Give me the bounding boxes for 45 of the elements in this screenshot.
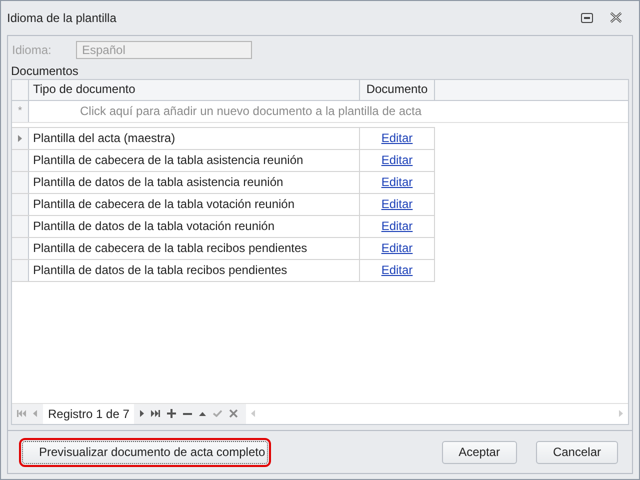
edit-link[interactable]: Editar (381, 130, 413, 145)
add-icon[interactable] (167, 409, 176, 418)
remove-icon[interactable] (183, 412, 192, 415)
cancel-icon[interactable] (229, 409, 238, 418)
horizontal-scrollbar[interactable] (246, 404, 628, 424)
last-record-icon[interactable] (151, 410, 160, 418)
table-cell: Plantilla de datos de la tabla asistencia reunión (29, 172, 360, 193)
record-counter: Registro 1 de 7 (43, 404, 134, 424)
edit-link[interactable]: Editar (381, 262, 413, 277)
up-icon[interactable] (199, 412, 206, 416)
next-record-icon[interactable] (140, 410, 144, 418)
column-header[interactable]: Tipo de documento (29, 80, 360, 100)
preview-button[interactable]: Previsualizar documento de acta completo (22, 440, 268, 464)
edit-link[interactable]: Editar (381, 218, 413, 233)
close-icon[interactable] (610, 12, 622, 24)
column-header[interactable]: Documento (360, 80, 435, 100)
first-record-icon[interactable] (17, 410, 26, 418)
table-cell: Plantilla de datos de la tabla recibos pendientes (29, 260, 360, 281)
current-row-icon (18, 134, 22, 142)
row-indicator[interactable] (12, 260, 29, 281)
table-cell: Plantilla de cabecera de la tabla recibos pendientes (29, 238, 360, 259)
row-indicator[interactable] (12, 194, 29, 215)
dialog-button[interactable]: Cancelar (536, 440, 618, 464)
section-label: Documentos (11, 64, 78, 78)
restore-icon[interactable] (581, 12, 593, 23)
table-cell: Plantilla de cabecera de la tabla asistencia reunión (29, 150, 360, 171)
row-indicator[interactable] (12, 172, 29, 193)
scroll-right-icon[interactable] (619, 410, 623, 418)
row-indicator[interactable] (12, 216, 29, 237)
row-indicator[interactable] (12, 238, 29, 259)
previous-record-icon[interactable] (33, 410, 37, 418)
window-title: Idioma de la plantilla (7, 10, 116, 25)
edit-link[interactable]: Editar (381, 240, 413, 255)
new-row-marker: * (18, 105, 22, 118)
row-indicator[interactable] (12, 128, 29, 149)
check-icon[interactable] (213, 410, 222, 418)
row-indicator[interactable] (12, 150, 29, 171)
edit-link[interactable]: Editar (381, 152, 413, 167)
language-label: Idioma: (11, 42, 52, 57)
table-cell: Plantilla de datos de la tabla votación reunión (29, 216, 360, 237)
table-cell: Plantilla de cabecera de la tabla votación reunión (29, 194, 360, 215)
edit-link[interactable]: Editar (381, 196, 413, 211)
dialog-button[interactable]: Aceptar (442, 440, 517, 464)
edit-link[interactable]: Editar (381, 174, 413, 189)
scroll-left-icon[interactable] (251, 410, 256, 418)
